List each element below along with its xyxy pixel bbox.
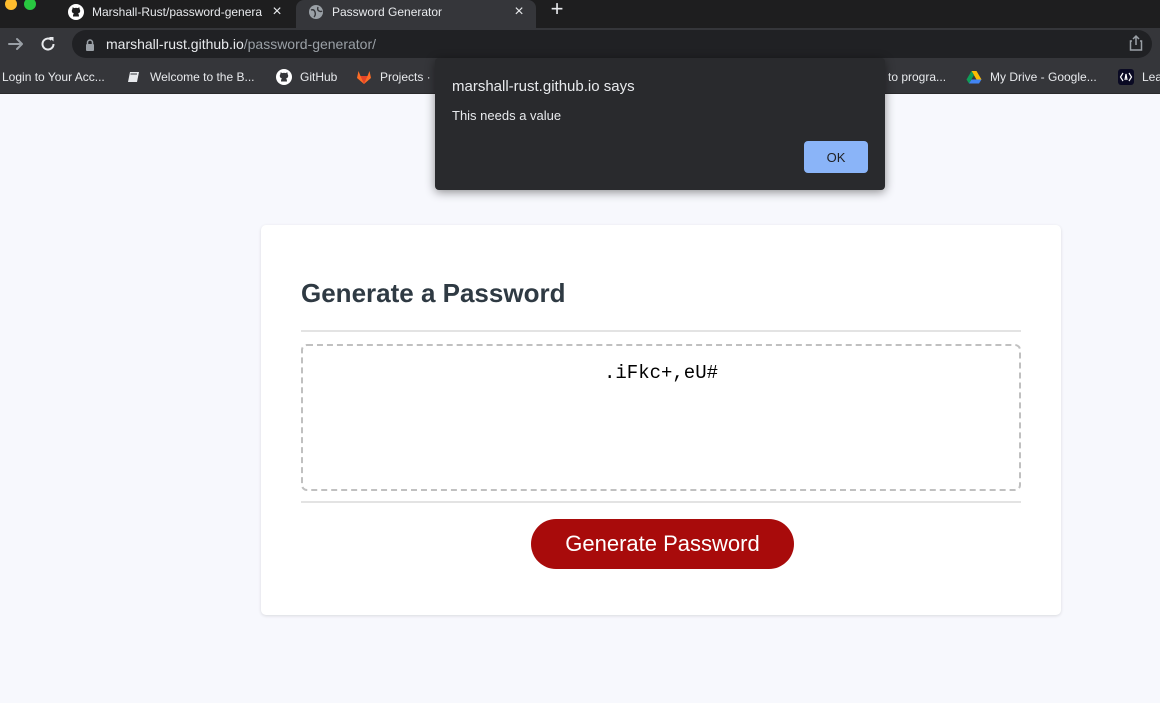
bookmark-label: Projects · [380, 70, 431, 84]
tab-title: Marshall-Rust/password-generator [92, 5, 262, 19]
card-footer-divider [301, 501, 1021, 503]
page-title: Generate a Password [301, 278, 566, 308]
minimize-window-button[interactable] [5, 0, 17, 10]
bookmark-login[interactable]: Login to Your Acc... [2, 68, 105, 86]
reload-icon[interactable] [38, 34, 58, 54]
bookmark-label: My Drive - Google... [990, 70, 1097, 84]
close-tab-icon[interactable]: × [268, 3, 286, 21]
gitlab-icon [356, 69, 372, 85]
bookmark-label: Welcome to the B... [150, 70, 255, 84]
url-host: marshall-rust.github.io [106, 36, 244, 52]
close-tab-icon[interactable]: × [510, 3, 528, 21]
bookmark-my-drive[interactable]: My Drive - Google... [966, 68, 1097, 86]
bookmark-label: GitHub [300, 70, 338, 84]
dialog-title: marshall-rust.github.io says [452, 78, 635, 95]
url-text: marshall-rust.github.io/password-generat… [106, 36, 376, 52]
tab-password-generator[interactable]: Password Generator × [296, 0, 536, 28]
share-icon[interactable] [1128, 34, 1144, 52]
code-icon [1118, 69, 1134, 85]
github-icon [68, 4, 84, 20]
address-bar[interactable]: marshall-rust.github.io/password-generat… [72, 30, 1152, 58]
bookmark-label: Login to Your Acc... [2, 70, 105, 84]
bookmark-label: Lea [1142, 70, 1160, 84]
bookmark-label: to progra... [888, 70, 947, 84]
password-card: Generate a Password .iFkc+,eU# Generate … [261, 225, 1061, 615]
tab-github-repo[interactable]: Marshall-Rust/password-generator × [56, 0, 294, 24]
url-path: /password-generator/ [243, 36, 377, 52]
lock-icon[interactable] [84, 38, 96, 51]
password-text: .iFkc+,eU# [603, 362, 719, 384]
book-icon [126, 69, 142, 85]
generate-password-button[interactable]: Generate Password [531, 519, 794, 569]
alert-dialog: marshall-rust.github.io says This needs … [435, 58, 885, 190]
card-header-divider [301, 330, 1021, 332]
tab-title: Password Generator [332, 5, 443, 19]
github-icon [276, 69, 292, 85]
new-tab-button[interactable]: + [546, 0, 568, 20]
maximize-window-button[interactable] [24, 0, 36, 10]
password-output[interactable]: .iFkc+,eU# [301, 344, 1021, 491]
tab-strip: Marshall-Rust/password-generator × Passw… [0, 0, 1160, 28]
bookmark-github[interactable]: GitHub [276, 68, 337, 86]
forward-arrow-icon[interactable] [6, 34, 26, 54]
drive-icon [966, 69, 982, 85]
bookmark-programming[interactable]: to progra... [888, 68, 946, 86]
browser-toolbar: marshall-rust.github.io/password-generat… [0, 28, 1160, 60]
bookmark-welcome[interactable]: Welcome to the B... [126, 68, 255, 86]
globe-icon [308, 4, 324, 20]
ok-button[interactable]: OK [804, 141, 868, 173]
bookmark-learn[interactable]: Lea [1118, 68, 1160, 86]
dialog-message: This needs a value [452, 108, 562, 123]
bookmark-projects[interactable]: Projects · [356, 68, 431, 86]
